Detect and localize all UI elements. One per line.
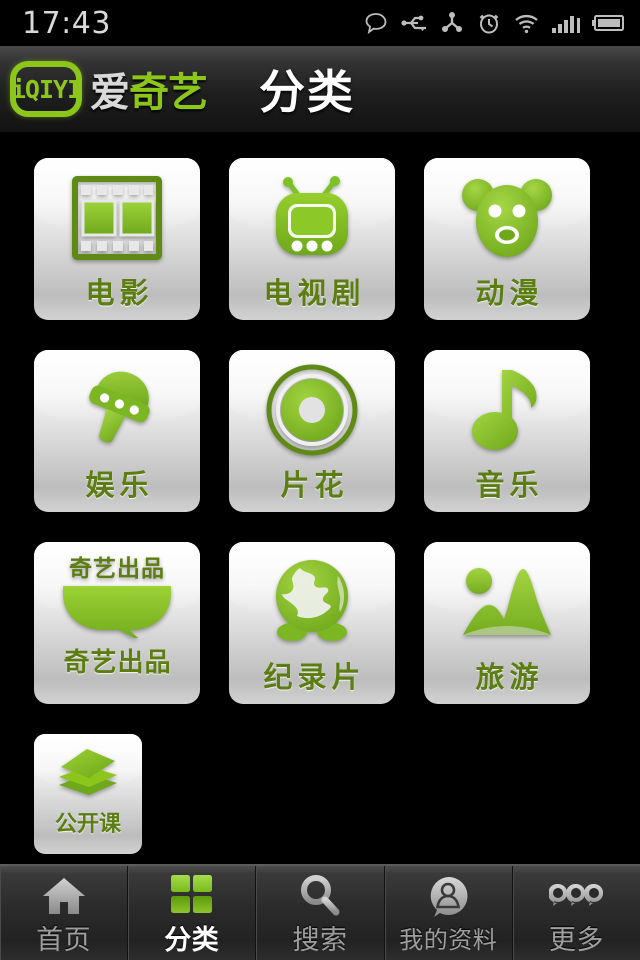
- category-tile-clips[interactable]: 片花: [229, 350, 395, 512]
- speech-bubble-icon: 奇艺出品: [53, 554, 181, 638]
- books-stack-icon: [52, 742, 124, 804]
- category-tile-anime[interactable]: 动漫: [424, 158, 590, 320]
- wifi-icon: [513, 10, 540, 36]
- svg-text:奇艺出品: 奇艺出品: [69, 555, 165, 582]
- app-screen: 17:43 iQIYI 爱奇艺 分类 电影 电视剧 动漫 娱乐 片花 音乐 奇艺…: [0, 0, 640, 960]
- tab-label: 搜索: [292, 924, 348, 956]
- category-grid: 电影 电视剧 动漫 娱乐 片花 音乐 奇艺出品 奇艺出品 纪录片 旅游 公开课: [0, 140, 640, 854]
- message-bubble-icon: [363, 10, 389, 36]
- status-clock: 17:43: [22, 5, 111, 41]
- logo-mark-text: iQIYI: [10, 74, 82, 104]
- app-header: iQIYI 爱奇艺 分类: [0, 46, 640, 134]
- person-icon: [427, 872, 469, 918]
- category-tile-iqiyi-original[interactable]: 奇艺出品 奇艺出品: [34, 542, 200, 704]
- usb-icon: [400, 10, 428, 36]
- signal-bars-icon: [551, 10, 581, 36]
- tab-home[interactable]: 首页: [0, 866, 129, 960]
- page-title: 分类: [259, 65, 355, 119]
- microphone-icon: [65, 362, 169, 458]
- bear-face-icon: [455, 170, 559, 266]
- brand-name-green: 奇艺: [129, 70, 208, 116]
- grid-icon: [170, 870, 214, 916]
- category-label: 公开课: [54, 812, 121, 837]
- status-icon-group: [363, 10, 626, 36]
- music-note-icon: [455, 362, 559, 458]
- search-icon: [299, 870, 341, 916]
- status-bar: 17:43: [0, 0, 640, 46]
- brand-logo[interactable]: iQIYI 爱奇艺: [10, 60, 208, 118]
- tab-label: 更多: [548, 924, 604, 956]
- category-tile-movies[interactable]: 电影: [34, 158, 200, 320]
- category-tile-music[interactable]: 音乐: [424, 350, 590, 512]
- tab-categories[interactable]: 分类: [128, 866, 257, 960]
- disc-icon: [260, 362, 364, 458]
- mountains-icon: [455, 554, 559, 650]
- battery-icon: [592, 12, 626, 34]
- brand-name: 爱奇艺: [90, 60, 208, 118]
- category-tile-travel[interactable]: 旅游: [424, 542, 590, 704]
- category-label: 音乐: [475, 468, 544, 502]
- film-strip-icon: [65, 170, 169, 266]
- category-label: 片花: [280, 468, 349, 502]
- category-label: 电影: [85, 276, 154, 310]
- category-label: 纪录片: [263, 660, 366, 694]
- category-label: 电视剧: [263, 276, 366, 310]
- alarm-clock-icon: [476, 10, 502, 36]
- category-tile-entertainment[interactable]: 娱乐: [34, 350, 200, 512]
- iqiyi-logo-icon: iQIYI: [10, 61, 82, 117]
- category-tile-tv-series[interactable]: 电视剧: [229, 158, 395, 320]
- category-label: 旅游: [475, 660, 544, 694]
- tab-label: 分类: [164, 924, 220, 956]
- category-tile-documentary[interactable]: 纪录片: [229, 542, 395, 704]
- category-label: 动漫: [475, 276, 544, 310]
- category-tile-open-course[interactable]: 公开课: [34, 734, 142, 854]
- television-icon: [260, 170, 364, 266]
- category-label: 娱乐: [85, 468, 154, 502]
- bottom-tab-bar: 首页 分类 搜索 我的资料 更多: [0, 864, 640, 960]
- home-icon: [41, 870, 87, 916]
- tab-search[interactable]: 搜索: [256, 866, 385, 960]
- tab-more[interactable]: 更多: [513, 866, 640, 960]
- tab-label: 我的资料: [399, 925, 498, 954]
- more-dots-icon: [549, 870, 604, 916]
- sync-icon: [439, 10, 465, 36]
- brand-name-white: 爱: [90, 70, 130, 116]
- globe-icon: [260, 554, 364, 650]
- tab-my-profile[interactable]: 我的资料: [385, 866, 513, 960]
- tab-label: 首页: [36, 924, 92, 956]
- category-label: 奇艺出品: [63, 648, 172, 678]
